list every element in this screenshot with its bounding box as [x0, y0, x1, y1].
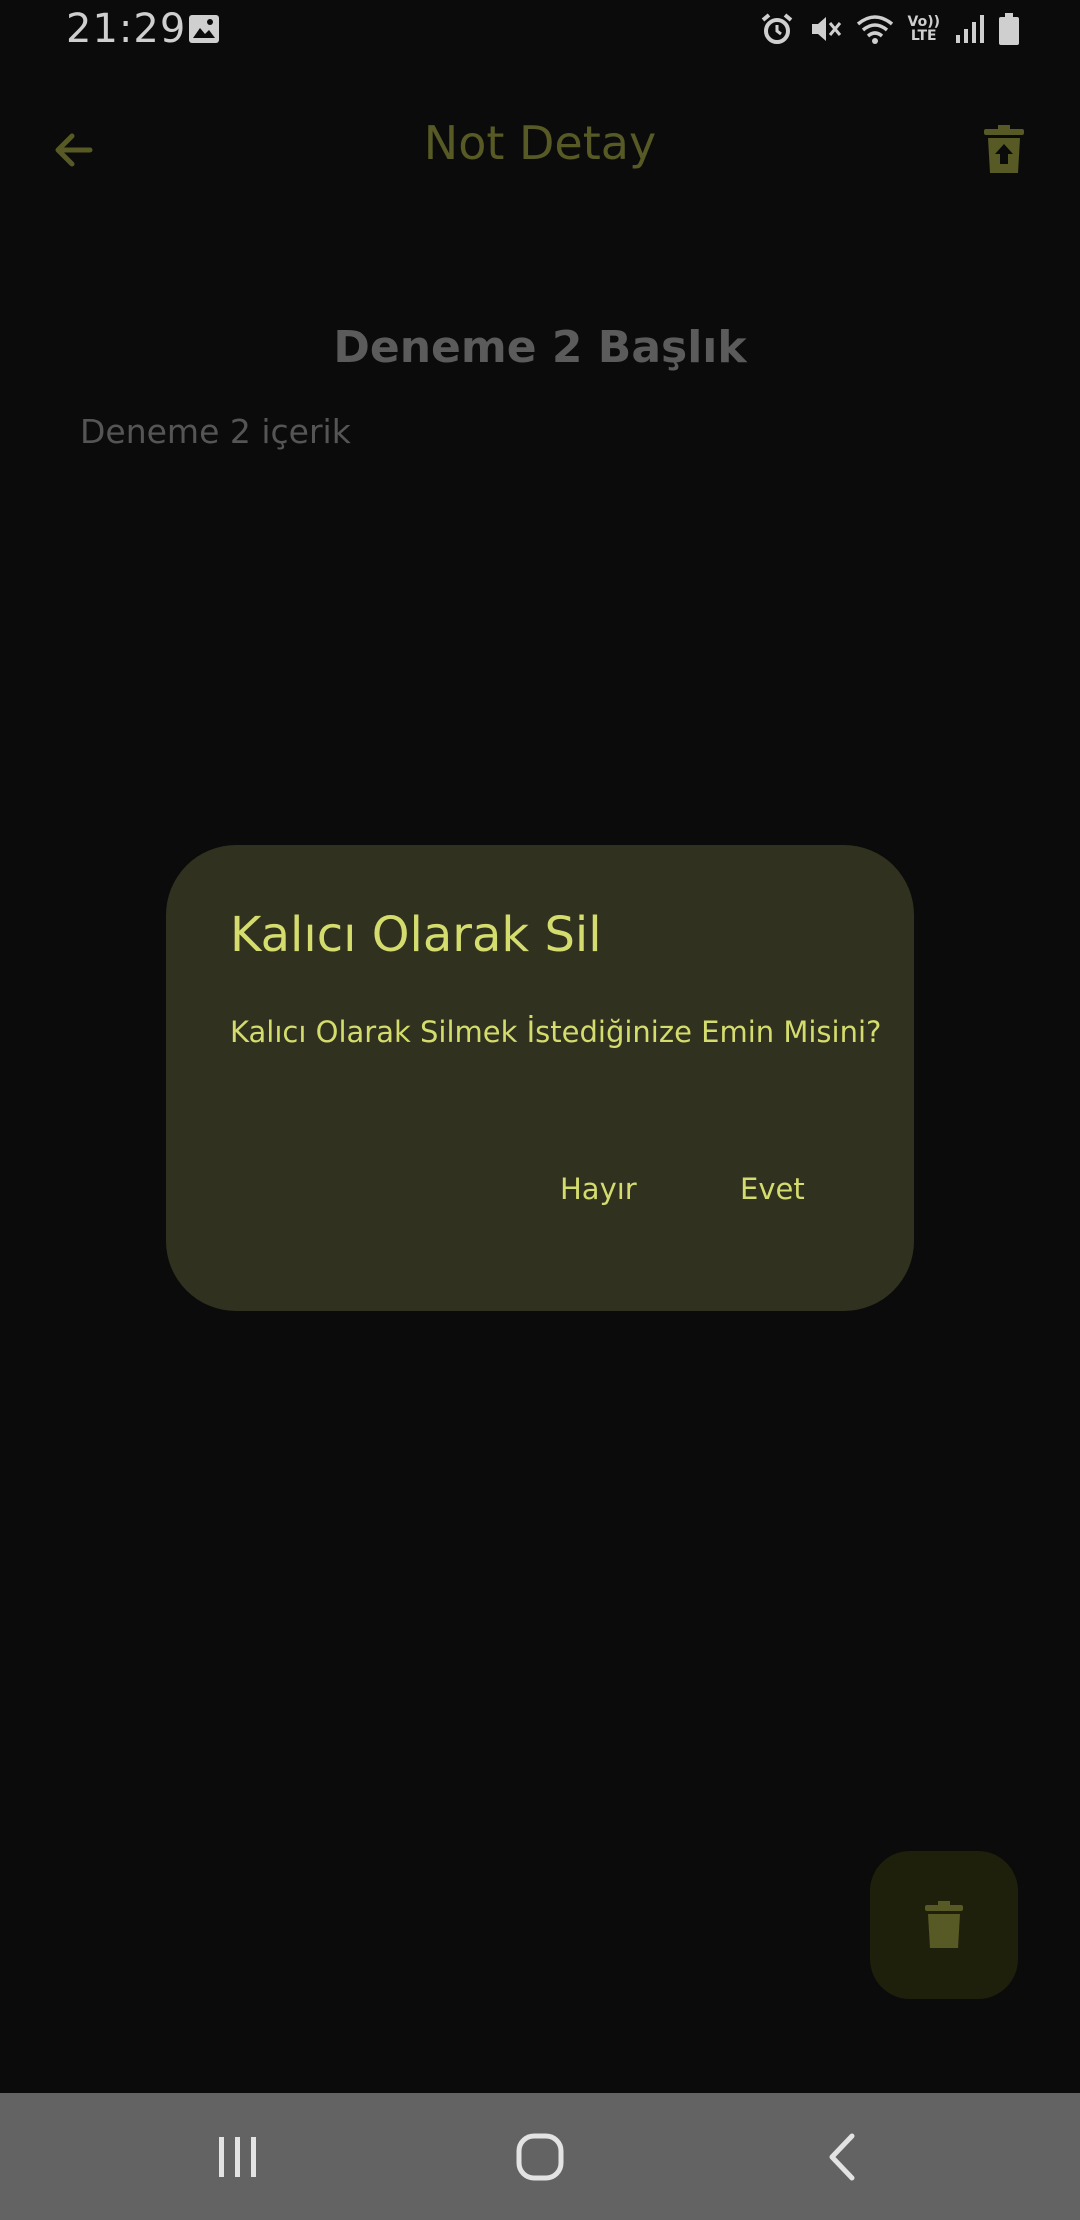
restore-note-button[interactable]: [968, 114, 1040, 186]
volte-icon: Vo)) LTE: [908, 15, 940, 43]
page-title: Not Detay: [423, 116, 657, 170]
delete-dialog: Kalıcı Olarak Sil Kalıcı Olarak Silmek İ…: [166, 845, 914, 1311]
back-nav-button[interactable]: [752, 2093, 932, 2220]
dialog-no-button[interactable]: Hayır: [548, 1161, 649, 1217]
status-icons: Vo)) LTE: [760, 12, 1020, 46]
screen: 21:29 Vo)) LTE Not Detay Deneme 2 Başlık…: [0, 0, 1080, 2220]
alarm-icon: [760, 12, 794, 46]
wifi-icon: [856, 12, 894, 46]
dialog-message: Kalıcı Olarak Silmek İstediğinize Emin M…: [230, 1015, 882, 1049]
back-icon: [829, 2133, 855, 2180]
trash-icon: [925, 1901, 963, 1948]
mute-icon: [808, 12, 842, 46]
gallery-icon: [188, 14, 220, 48]
trash-restore-icon: [984, 125, 1024, 173]
battery-icon: [998, 12, 1020, 46]
home-button[interactable]: [450, 2093, 630, 2220]
recents-button[interactable]: [148, 2093, 328, 2220]
volte-bottom-text: LTE: [910, 28, 937, 44]
signal-icon: [954, 13, 984, 45]
note-title: Deneme 2 Başlık: [333, 322, 747, 373]
note-content: Deneme 2 içerik: [80, 412, 351, 451]
delete-fab[interactable]: [870, 1851, 1018, 1999]
recents-icon: [219, 2136, 256, 2177]
status-bar: 21:29 Vo)) LTE: [0, 0, 1080, 60]
dialog-title: Kalıcı Olarak Sil: [230, 907, 602, 963]
top-app-bar: Not Detay: [0, 90, 1080, 200]
status-time: 21:29: [66, 6, 187, 52]
volte-top-text: Vo)): [907, 14, 940, 30]
dialog-yes-button[interactable]: Evet: [728, 1161, 817, 1217]
system-nav-bar: [0, 2093, 1080, 2220]
home-icon: [516, 2133, 564, 2180]
